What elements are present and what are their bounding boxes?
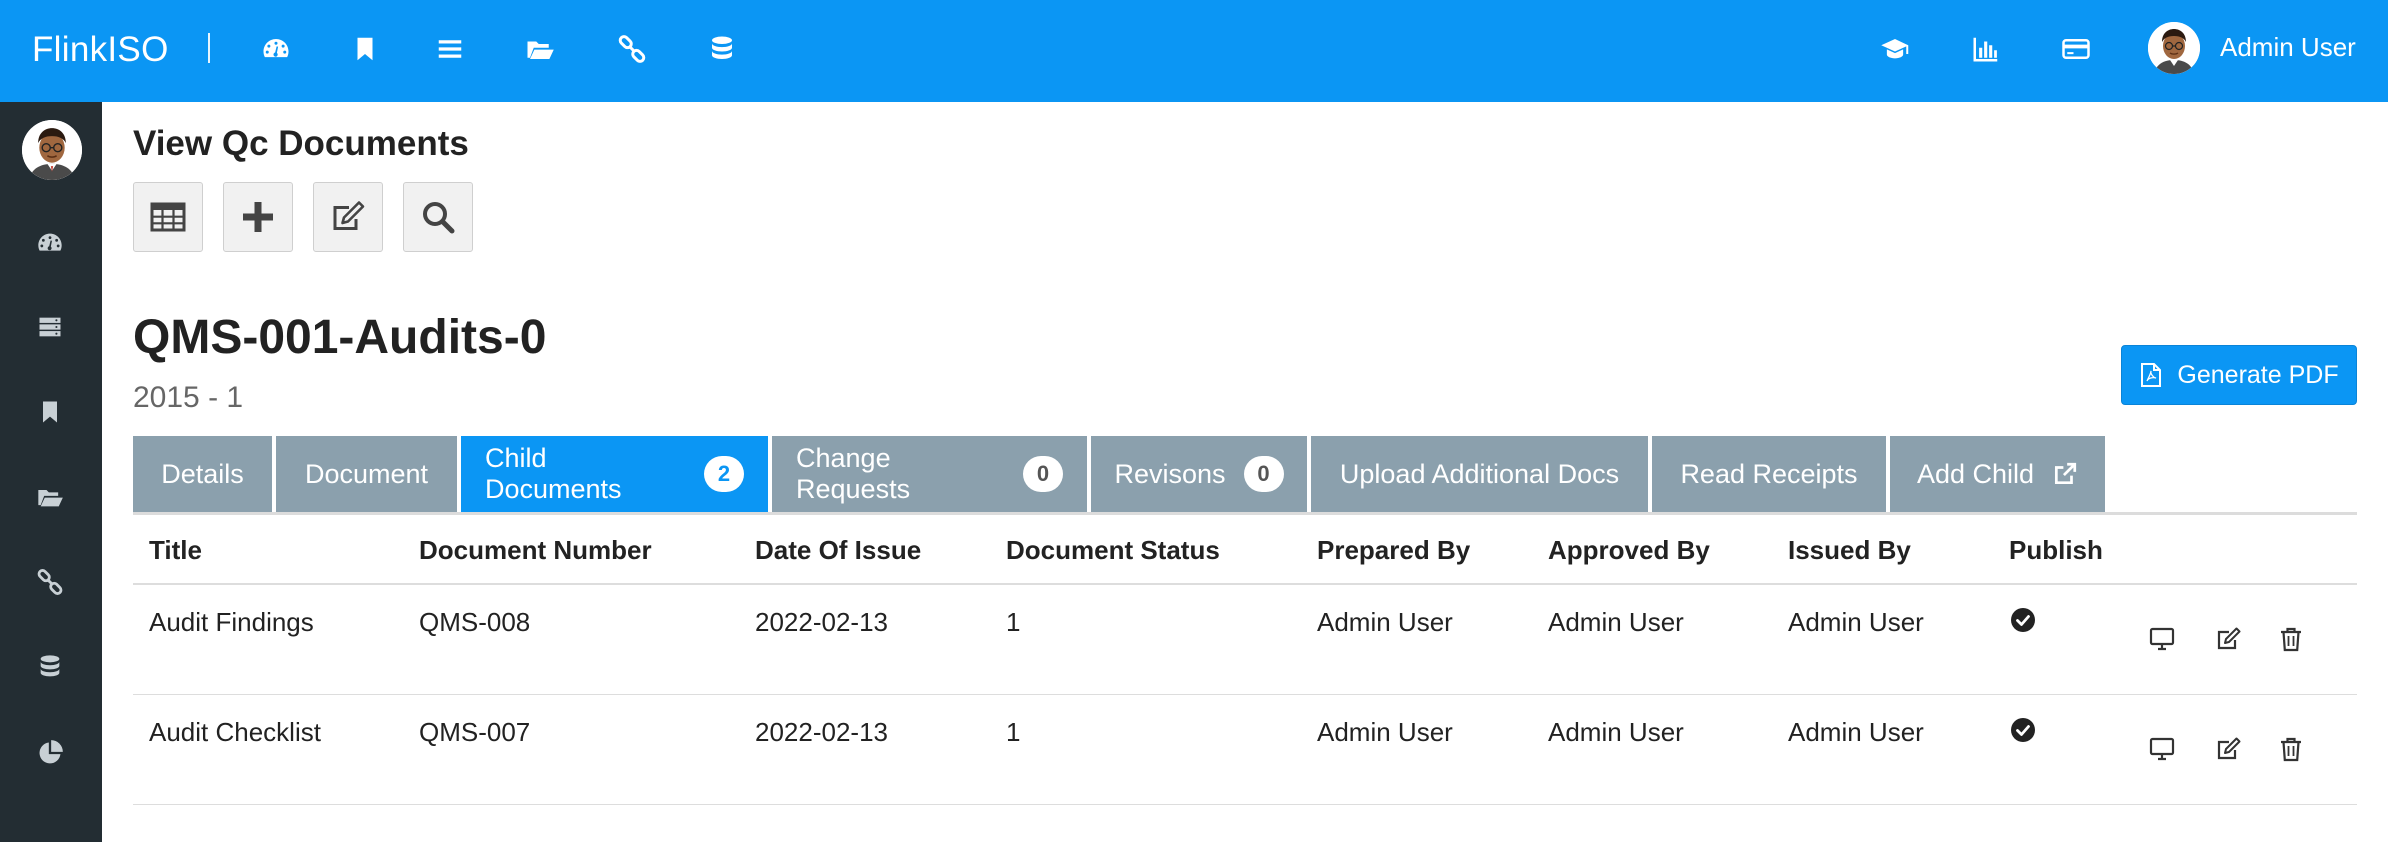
- search-icon: [423, 202, 455, 234]
- folder-open-icon[interactable]: [523, 32, 557, 66]
- tab-change-requests[interactable]: Change Requests 0: [772, 436, 1087, 512]
- desktop-icon: [2149, 737, 2175, 761]
- sidebar-bookmark-icon[interactable]: [33, 395, 67, 429]
- tab-upload-additional-docs[interactable]: Upload Additional Docs: [1311, 436, 1648, 512]
- table-icon: [150, 202, 186, 232]
- table-row: Audit Checklist QMS-007 2022-02-13 1 Adm…: [133, 695, 2357, 805]
- top-navbar: FlinkISO Admin User: [0, 0, 2388, 102]
- trash-icon: [2281, 737, 2301, 762]
- published-check-icon: [2011, 718, 2035, 742]
- page-title: View Qc Documents: [133, 124, 469, 163]
- tab-revisons[interactable]: Revisons 0: [1091, 436, 1307, 512]
- view-table-button[interactable]: [133, 182, 203, 252]
- view-button[interactable]: [2148, 735, 2176, 763]
- tab-label: Change Requests: [796, 443, 911, 504]
- tab-child-documents[interactable]: Child Documents 2: [461, 436, 768, 512]
- tab-label: Child Documents: [485, 443, 622, 504]
- cell-document-status: 1: [1006, 717, 1021, 747]
- sidebar-database-icon[interactable]: [33, 650, 67, 684]
- brand-divider: [208, 33, 210, 63]
- published-check-icon: [2011, 608, 2035, 632]
- tab-document[interactable]: Document: [276, 436, 457, 512]
- tab-label: Revisons: [1114, 458, 1226, 489]
- sidebar-dashboard-icon[interactable]: [33, 226, 67, 260]
- column-header-date-of-issue[interactable]: Date Of Issue: [755, 535, 921, 566]
- view-button[interactable]: [2148, 625, 2176, 653]
- generate-pdf-label: Generate PDF: [2177, 360, 2339, 389]
- column-header-document-number[interactable]: Document Number: [419, 535, 652, 566]
- bookmark-icon[interactable]: [348, 32, 382, 66]
- search-button[interactable]: [403, 182, 473, 252]
- document-title: QMS-001-Audits-0: [133, 311, 547, 364]
- graduation-cap-icon[interactable]: [1878, 32, 1912, 66]
- tab-details[interactable]: Details: [133, 436, 272, 512]
- count-badge: 0: [1023, 456, 1063, 492]
- file-pdf-icon: [2141, 363, 2162, 387]
- cell-approved-by: Admin User: [1548, 717, 1684, 747]
- edit-row-button[interactable]: [2215, 735, 2243, 763]
- table-header: Title Document Number Date Of Issue Docu…: [133, 515, 2357, 585]
- trash-icon: [2281, 627, 2301, 652]
- tab-label: Read Receipts: [1680, 458, 1858, 489]
- column-header-prepared-by[interactable]: Prepared By: [1317, 535, 1470, 566]
- delete-button[interactable]: [2277, 625, 2305, 653]
- column-header-document-status[interactable]: Document Status: [1006, 535, 1220, 566]
- sidebar-avatar[interactable]: [22, 120, 82, 180]
- tab-label: Upload Additional Docs: [1339, 458, 1620, 489]
- cell-document-status: 1: [1006, 607, 1021, 637]
- cell-document-number: QMS-007: [419, 717, 531, 747]
- dashboard-icon[interactable]: [259, 32, 293, 66]
- edit-row-button[interactable]: [2215, 625, 2243, 653]
- document-subtitle: 2015 - 1: [133, 381, 244, 414]
- edit-icon: [333, 201, 365, 230]
- child-documents-table: Title Document Number Date Of Issue Docu…: [133, 515, 2357, 805]
- add-button[interactable]: [223, 182, 293, 252]
- cell-prepared-by: Admin User: [1317, 607, 1453, 637]
- sidebar-link-icon[interactable]: [33, 565, 67, 599]
- desktop-icon: [2149, 627, 2175, 651]
- sidebar-folder-open-icon[interactable]: [33, 480, 67, 514]
- column-header-approved-by[interactable]: Approved By: [1548, 535, 1710, 566]
- document-tabs: Details Document Child Documents 2 Chang…: [133, 436, 2105, 512]
- edit-icon: [2217, 737, 2241, 760]
- cell-issued-by: Admin User: [1788, 717, 1924, 747]
- cell-issued-by: Admin User: [1788, 607, 1924, 637]
- user-avatar[interactable]: [2148, 22, 2200, 74]
- plus-icon: [243, 202, 273, 232]
- tab-read-receipts[interactable]: Read Receipts: [1652, 436, 1886, 512]
- cell-approved-by: Admin User: [1548, 607, 1684, 637]
- sidebar-server-icon[interactable]: [33, 310, 67, 344]
- list-icon[interactable]: [433, 32, 467, 66]
- tab-label: Details: [161, 458, 244, 489]
- bar-chart-icon[interactable]: [1969, 32, 2003, 66]
- tab-add-child[interactable]: Add Child: [1890, 436, 2105, 512]
- edit-icon: [2217, 627, 2241, 650]
- column-header-publish[interactable]: Publish: [2009, 535, 2103, 566]
- cell-document-number: QMS-008: [419, 607, 531, 637]
- sidebar-pie-chart-icon[interactable]: [33, 736, 67, 770]
- count-badge: 2: [704, 456, 744, 492]
- cell-title: Audit Findings: [149, 607, 314, 637]
- cell-prepared-by: Admin User: [1317, 717, 1453, 747]
- count-badge: 0: [1243, 456, 1284, 492]
- column-header-issued-by[interactable]: Issued By: [1788, 535, 1911, 566]
- tab-label: Document: [304, 458, 429, 489]
- sidebar: [0, 102, 102, 842]
- cell-title: Audit Checklist: [149, 717, 321, 747]
- cell-date-of-issue: 2022-02-13: [755, 607, 888, 637]
- link-icon[interactable]: [615, 32, 649, 66]
- database-icon[interactable]: [705, 32, 739, 66]
- cell-date-of-issue: 2022-02-13: [755, 717, 888, 747]
- user-name[interactable]: Admin User: [2220, 32, 2356, 63]
- edit-button[interactable]: [313, 182, 383, 252]
- external-link-icon: [2055, 462, 2077, 485]
- table-row: Audit Findings QMS-008 2022-02-13 1 Admi…: [133, 585, 2357, 695]
- credit-card-icon[interactable]: [2059, 32, 2093, 66]
- delete-button[interactable]: [2277, 735, 2305, 763]
- tab-label: Add Child: [1916, 458, 2035, 489]
- brand-logo[interactable]: FlinkISO: [32, 30, 169, 70]
- generate-pdf-button[interactable]: Generate PDF: [2121, 345, 2357, 405]
- column-header-title[interactable]: Title: [149, 535, 202, 566]
